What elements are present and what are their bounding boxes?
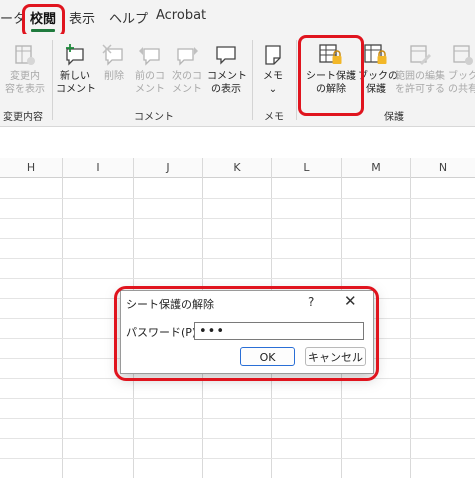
protect-workbook-label-1: ブックの	[358, 71, 398, 82]
new-comment-icon	[66, 44, 84, 66]
show-comments-icon	[216, 46, 236, 65]
group-separator	[252, 40, 253, 120]
show-comments-label-2: の表示	[211, 84, 241, 95]
share-workbook-label-2: の共有	[448, 84, 475, 95]
column-header-n[interactable]: N	[411, 158, 475, 177]
chevron-down-icon: ⌄	[268, 84, 278, 95]
grid-row-line	[0, 238, 475, 239]
protect-workbook-label-2: 保護	[366, 84, 386, 95]
workbook-lock-icon	[364, 44, 387, 64]
next-comment-icon	[177, 47, 198, 66]
column-header-h[interactable]: H	[0, 158, 62, 177]
column-header-i[interactable]: I	[63, 158, 133, 177]
show-comments-button[interactable]: コメント の表示	[207, 43, 247, 96]
next-comment-label-2: メント	[172, 84, 202, 95]
previous-comment-icon	[139, 47, 160, 66]
group-label-protect: 保護	[384, 112, 404, 123]
edit-range-icon	[410, 45, 431, 65]
allow-edit-ranges-label-1: 範囲の編集	[395, 71, 445, 82]
previous-comment-label-2: メント	[135, 84, 165, 95]
show-changes-icon	[15, 45, 35, 65]
grid-row-line	[0, 458, 475, 459]
highlight-unprotect-sheet	[298, 35, 364, 116]
grid-row-line	[0, 398, 475, 399]
note-icon	[265, 45, 281, 65]
tab-view[interactable]: 表示	[69, 8, 95, 27]
delete-comment-icon	[102, 44, 123, 66]
show-changes-button[interactable]: 変更内 容を表示	[2, 43, 48, 96]
column-header-m[interactable]: M	[342, 158, 410, 177]
share-workbook-label-1: ブック	[448, 71, 475, 82]
group-separator	[296, 40, 297, 120]
grid-row-line	[0, 218, 475, 219]
group-separator	[52, 40, 53, 120]
grid-row-line	[0, 258, 475, 259]
allow-edit-ranges-button[interactable]: 範囲の編集 を許可する	[394, 43, 446, 96]
highlight-dialog	[114, 286, 379, 381]
share-workbook-icon	[453, 45, 473, 65]
previous-comment-label-1: 前のコ	[135, 71, 165, 82]
tab-help[interactable]: ヘルプ	[109, 8, 148, 27]
column-header-k[interactable]: K	[203, 158, 271, 177]
delete-comment-button[interactable]: 削除	[98, 43, 130, 83]
column-header-l[interactable]: L	[272, 158, 341, 177]
allow-edit-ranges-label-2: を許可する	[395, 84, 445, 95]
grid-row-line	[0, 278, 475, 279]
grid-row-line	[0, 198, 475, 199]
next-comment-button[interactable]: 次のコ メント	[170, 43, 204, 96]
column-header-j[interactable]: J	[134, 158, 202, 177]
highlight-review-tab	[22, 4, 65, 38]
previous-comment-button[interactable]: 前のコ メント	[133, 43, 167, 96]
new-comment-label-1: 新しい	[60, 71, 90, 82]
show-changes-label-1: 変更内	[10, 71, 40, 82]
group-label-notes: メモ	[264, 112, 284, 123]
delete-comment-label: 削除	[104, 71, 124, 82]
show-changes-label-2: 容を表示	[5, 84, 45, 95]
notes-label: メモ	[263, 71, 283, 82]
tab-acrobat[interactable]: Acrobat	[156, 8, 206, 23]
grid-row-line	[0, 418, 475, 419]
group-label-comments: コメント	[134, 112, 174, 123]
show-comments-label-1: コメント	[207, 71, 247, 82]
grid-row-line	[0, 438, 475, 439]
new-comment-label-2: コメント	[56, 84, 96, 95]
next-comment-label-1: 次のコ	[172, 71, 202, 82]
notes-button[interactable]: メモ ⌄	[258, 43, 288, 96]
share-workbook-button[interactable]: ブック の共有	[446, 43, 475, 96]
group-label-changes: 変更内容	[3, 112, 43, 123]
new-comment-button[interactable]: 新しい コメント	[56, 43, 96, 96]
